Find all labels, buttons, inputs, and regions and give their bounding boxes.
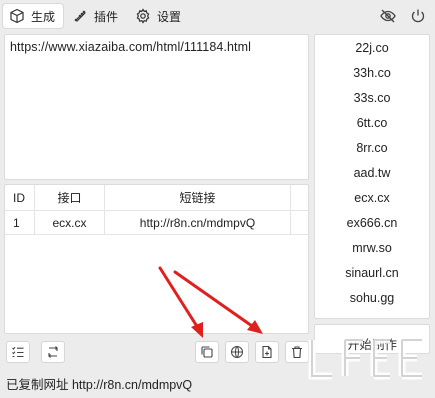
- cube-icon: [9, 8, 25, 24]
- export-file-icon: [260, 345, 274, 359]
- select-list-button[interactable]: [6, 341, 30, 363]
- domain-item[interactable]: 22j.co: [315, 36, 429, 61]
- column-header-host[interactable]: 接口: [35, 185, 105, 210]
- trash-icon: [290, 345, 304, 359]
- row-host-cell: ecx.cx: [35, 211, 105, 234]
- domain-item[interactable]: mrw.so: [315, 236, 429, 261]
- tab-generate-label: 生成: [31, 9, 56, 24]
- table-row[interactable]: 1 ecx.cx http://r8n.cn/mdmpvQ: [5, 211, 308, 235]
- swap-button[interactable]: [41, 341, 65, 363]
- table-header: ID 接口 短链接: [5, 185, 308, 211]
- open-web-button[interactable]: [225, 341, 249, 363]
- tab-generate[interactable]: 生成: [3, 4, 64, 28]
- domain-item[interactable]: ecx.cx: [315, 186, 429, 211]
- puzzle-icon: [72, 8, 88, 24]
- domain-item[interactable]: sohu.gg: [315, 286, 429, 311]
- copy-button[interactable]: [195, 341, 219, 363]
- tab-settings[interactable]: 设置: [129, 4, 189, 28]
- domain-item[interactable]: 33s.co: [315, 86, 429, 111]
- gear-icon: [135, 8, 151, 24]
- tab-plugins-label: 插件: [94, 9, 119, 24]
- domain-list-panel[interactable]: 22j.co 33h.co 33s.co 6tt.co 8rr.co aad.t…: [314, 34, 430, 319]
- domain-item[interactable]: sinaurl.cn: [315, 261, 429, 286]
- domain-item[interactable]: aad.tw: [315, 161, 429, 186]
- domain-item[interactable]: 6tt.co: [315, 111, 429, 136]
- tab-plugins[interactable]: 插件: [66, 4, 126, 28]
- column-header-id[interactable]: ID: [5, 185, 35, 210]
- url-input-text: https://www.xiazaiba.com/html/111184.htm…: [10, 40, 252, 54]
- eye-off-icon[interactable]: [379, 7, 397, 25]
- tab-settings-label: 设置: [157, 9, 182, 24]
- export-button[interactable]: [255, 341, 279, 363]
- power-icon[interactable]: [409, 7, 427, 25]
- row-id-cell: 1: [5, 211, 35, 234]
- window-controls: [379, 7, 427, 25]
- status-text: 已复制网址 http://r8n.cn/mdmpvQ: [6, 378, 193, 392]
- delete-button[interactable]: [285, 341, 309, 363]
- domain-item[interactable]: 33h.co: [315, 61, 429, 86]
- copy-icon: [200, 345, 214, 359]
- swap-icon: [46, 345, 60, 359]
- top-bar: 生成 插件 设置: [0, 0, 435, 32]
- url-input-area[interactable]: https://www.xiazaiba.com/html/111184.htm…: [4, 34, 309, 180]
- checklist-icon: [11, 345, 25, 359]
- result-table: ID 接口 短链接 1 ecx.cx http://r8n.cn/mdmpvQ: [4, 184, 309, 334]
- row-short-url-cell: http://r8n.cn/mdmpvQ: [105, 211, 291, 234]
- start-button[interactable]: 开始制作: [314, 324, 430, 354]
- domain-item[interactable]: 8rr.co: [315, 136, 429, 161]
- start-button-label: 开始制作: [346, 338, 397, 352]
- web-icon: [230, 345, 244, 359]
- domain-item[interactable]: ex666.cn: [315, 211, 429, 236]
- column-header-short[interactable]: 短链接: [105, 185, 291, 210]
